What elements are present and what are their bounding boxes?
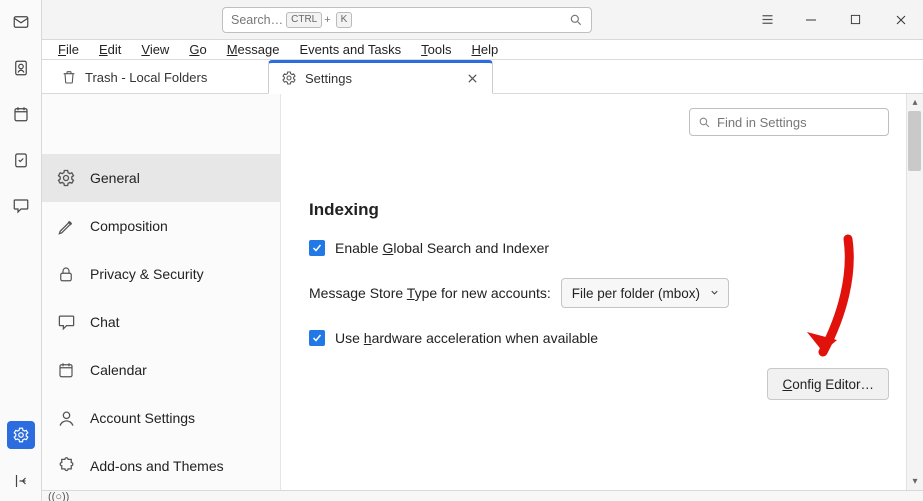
activity-calendar-icon[interactable] — [7, 100, 35, 128]
config-editor-button[interactable]: Config Editor… — [767, 368, 889, 400]
sidebar-item-account[interactable]: Account Settings — [42, 394, 280, 442]
menubar: File Edit View Go Message Events and Tas… — [42, 40, 923, 60]
menu-help[interactable]: Help — [463, 40, 506, 59]
lock-icon — [56, 264, 76, 284]
status-bar: ((○)) — [42, 490, 923, 501]
sidebar-item-label: Calendar — [90, 362, 147, 378]
main-column: Search… CTRL + K File Edit View Go Messa… — [42, 0, 923, 501]
menu-message[interactable]: Message — [219, 40, 288, 59]
sidebar-item-chat[interactable]: Chat — [42, 298, 280, 346]
enable-global-search-checkbox[interactable] — [309, 240, 325, 256]
activity-settings-icon[interactable] — [7, 421, 35, 449]
app-menu-button[interactable] — [746, 0, 788, 40]
section-indexing-heading: Indexing — [309, 200, 895, 220]
find-placeholder: Find in Settings — [717, 115, 807, 130]
hw-accel-label: Use hardware acceleration when available — [335, 330, 598, 346]
tab-settings-close[interactable] — [464, 70, 480, 86]
enable-global-search-label: Enable Global Search and Indexer — [335, 240, 549, 256]
menu-edit[interactable]: Edit — [91, 40, 129, 59]
window-minimize-button[interactable] — [788, 0, 833, 40]
search-icon — [569, 13, 583, 27]
titlebar: Search… CTRL + K — [42, 0, 923, 40]
message-store-label: Message Store Type for new accounts: — [309, 285, 551, 301]
annotation-arrow — [803, 234, 863, 384]
message-store-select[interactable]: File per folder (mbox) — [561, 278, 729, 308]
menu-tools[interactable]: Tools — [413, 40, 459, 59]
kbd-k: K — [336, 12, 353, 28]
tab-settings-label: Settings — [305, 71, 456, 86]
scroll-up-arrow[interactable]: ▴ — [907, 94, 923, 111]
menu-events[interactable]: Events and Tasks — [291, 40, 409, 59]
chat-icon — [56, 312, 76, 332]
gear-icon — [281, 70, 297, 86]
account-icon — [56, 408, 76, 428]
vertical-scrollbar[interactable]: ▴ ▾ — [906, 94, 923, 490]
window-maximize-button[interactable] — [833, 0, 878, 40]
sidebar-item-label: Composition — [90, 218, 168, 234]
trash-icon — [61, 69, 77, 85]
chevron-down-icon — [709, 286, 720, 301]
sidebar-item-label: Add-ons and Themes — [90, 458, 224, 474]
kbd-ctrl: CTRL — [286, 12, 322, 28]
settings-panel: Find in Settings Indexing Enable Global … — [281, 94, 923, 490]
sidebar-item-general[interactable]: General — [42, 154, 280, 202]
activity-tasks-icon[interactable] — [7, 146, 35, 174]
activity-bar — [0, 0, 42, 501]
window-close-button[interactable] — [878, 0, 923, 40]
sidebar-item-composition[interactable]: Composition — [42, 202, 280, 250]
calendar-icon — [56, 360, 76, 380]
search-icon — [698, 116, 711, 129]
puzzle-icon — [56, 456, 76, 476]
sidebar-item-label: General — [90, 170, 140, 186]
tab-settings[interactable]: Settings — [268, 60, 493, 94]
scroll-down-arrow[interactable]: ▾ — [907, 473, 923, 490]
pencil-icon — [56, 216, 76, 236]
activity-collapse-icon[interactable] — [7, 467, 35, 495]
settings-sidebar: General Composition Privacy & Security C… — [42, 94, 281, 490]
tab-trash-label: Trash - Local Folders — [85, 70, 255, 85]
global-search-input[interactable]: Search… CTRL + K — [222, 7, 592, 33]
activity-mail-icon[interactable] — [7, 8, 35, 36]
sidebar-item-label: Chat — [90, 314, 120, 330]
menu-go[interactable]: Go — [181, 40, 214, 59]
tab-trash[interactable]: Trash - Local Folders — [48, 61, 268, 93]
sidebar-item-label: Privacy & Security — [90, 266, 204, 282]
menu-file[interactable]: File — [50, 40, 87, 59]
scroll-thumb[interactable] — [908, 111, 921, 171]
message-store-value: File per folder (mbox) — [572, 286, 700, 301]
tab-strip: Trash - Local Folders Settings — [42, 60, 923, 94]
find-in-settings-input[interactable]: Find in Settings — [689, 108, 889, 136]
activity-contacts-icon[interactable] — [7, 54, 35, 82]
search-placeholder: Search… — [231, 13, 283, 27]
settings-content: General Composition Privacy & Security C… — [42, 94, 923, 490]
menu-view[interactable]: View — [133, 40, 177, 59]
sidebar-item-privacy[interactable]: Privacy & Security — [42, 250, 280, 298]
hw-accel-checkbox[interactable] — [309, 330, 325, 346]
gear-icon — [56, 168, 76, 188]
kbd-plus: + — [324, 14, 330, 26]
message-store-row: Message Store Type for new accounts: Fil… — [309, 278, 895, 308]
sidebar-item-label: Account Settings — [90, 410, 195, 426]
sidebar-item-addons[interactable]: Add-ons and Themes — [42, 442, 280, 490]
sync-status-icon: ((○)) — [48, 491, 69, 501]
activity-chat-icon[interactable] — [7, 192, 35, 220]
enable-global-search-row: Enable Global Search and Indexer — [309, 240, 895, 256]
hw-accel-row: Use hardware acceleration when available — [309, 330, 895, 346]
sidebar-item-calendar[interactable]: Calendar — [42, 346, 280, 394]
